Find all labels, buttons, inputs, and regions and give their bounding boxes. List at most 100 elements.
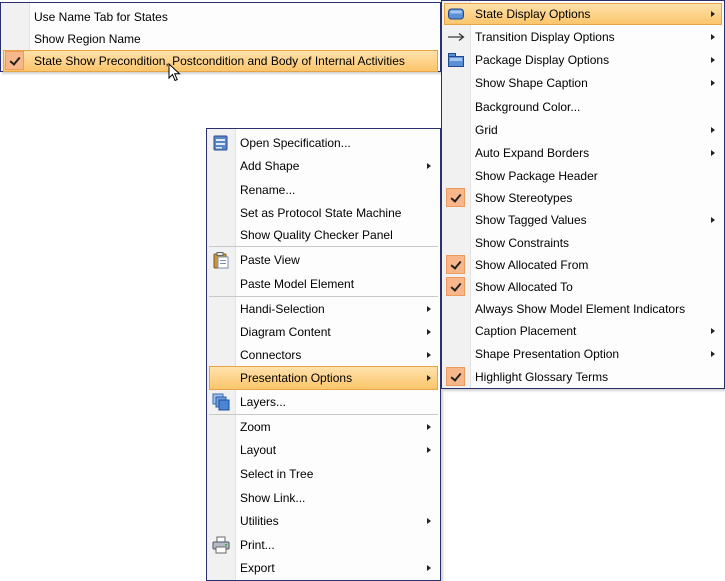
- checkmark-icon: [446, 188, 465, 207]
- menu-item-package-display-options[interactable]: Package Display Options: [444, 49, 722, 71]
- menu-item-label: Highlight Glossary Terms: [475, 370, 609, 384]
- menu-item-add-shape[interactable]: Add Shape: [209, 155, 438, 177]
- menu-item-show-stereotypes[interactable]: Show Stereotypes: [444, 187, 722, 209]
- submenu-arrow-icon: [711, 328, 715, 334]
- menu-item-background-color[interactable]: Background Color...: [444, 96, 722, 118]
- submenu-arrow-icon: [711, 351, 715, 357]
- menu-item-label: Handi-Selection: [240, 302, 325, 316]
- submenu-arrow-icon: [711, 57, 715, 63]
- submenu-arrow-icon: [711, 127, 715, 133]
- menu-item-paste-model-element[interactable]: Paste Model Element: [209, 273, 438, 295]
- menu-item-label: Show Region Name: [34, 32, 141, 46]
- menu-item-label: Paste Model Element: [240, 277, 355, 291]
- printer-icon: [212, 536, 230, 554]
- menu-item-paste-view[interactable]: Paste View: [209, 249, 438, 271]
- submenu-arrow-icon: [711, 80, 715, 86]
- menu-item-select-in-tree[interactable]: Select in Tree: [209, 463, 438, 485]
- menu-item-layers[interactable]: Layers...: [209, 391, 438, 413]
- menu-item-use-name-tab-for-states[interactable]: Use Name Tab for States: [3, 6, 438, 28]
- menu-item-label: Show Shape Caption: [475, 76, 588, 90]
- menu-item-label: Select in Tree: [240, 467, 314, 481]
- menu-item-label: Show Allocated To: [475, 280, 573, 294]
- menu-item-label: Caption Placement: [475, 324, 577, 338]
- menu-item-label: Background Color...: [475, 100, 581, 114]
- submenu-arrow-icon: [427, 352, 431, 358]
- menu-item-transition-display-options[interactable]: Transition Display Options: [444, 26, 722, 48]
- package-shape-icon: [448, 53, 464, 67]
- menu-item-show-quality-checker-panel[interactable]: Show Quality Checker Panel: [209, 224, 438, 246]
- menu-item-rename[interactable]: Rename...: [209, 179, 438, 201]
- menu-item-show-constraints[interactable]: Show Constraints: [444, 232, 722, 254]
- menu-item-zoom[interactable]: Zoom: [209, 416, 438, 438]
- submenu-arrow-icon: [427, 447, 431, 453]
- transition-arrow-icon: [448, 33, 465, 41]
- menu-item-label: Show Tagged Values: [475, 213, 587, 227]
- menu-item-label: Layout: [240, 443, 277, 457]
- menu-item-label: State Show Precondition, Postcondition a…: [34, 54, 405, 68]
- menu-item-set-as-protocol-state-machine[interactable]: Set as Protocol State Machine: [209, 202, 438, 224]
- menu-item-label: Show Stereotypes: [475, 191, 573, 205]
- submenu-arrow-icon: [427, 424, 431, 430]
- menu-item-label: Set as Protocol State Machine: [240, 206, 402, 220]
- layers-icon: [212, 393, 230, 411]
- menu-item-diagram-content[interactable]: Diagram Content: [209, 321, 438, 343]
- mouse-cursor-icon: [168, 63, 181, 82]
- submenu-arrow-icon: [427, 163, 431, 169]
- checkmark-icon: [5, 51, 24, 70]
- menu-item-open-specification[interactable]: Open Specification...: [209, 132, 438, 154]
- menu-item-show-shape-caption[interactable]: Show Shape Caption: [444, 72, 722, 94]
- submenu-arrow-icon: [711, 150, 715, 156]
- menu-item-show-link[interactable]: Show Link...: [209, 487, 438, 509]
- menu-item-label: Zoom: [240, 420, 271, 434]
- menu-item-grid[interactable]: Grid: [444, 119, 722, 141]
- open-specification-icon: [213, 135, 228, 151]
- menu-item-shape-presentation-option[interactable]: Shape Presentation Option: [444, 343, 722, 365]
- menu-item-show-region-name[interactable]: Show Region Name: [3, 28, 438, 50]
- menu-item-label: Show Allocated From: [475, 258, 589, 272]
- menu-item-label: Transition Display Options: [475, 30, 615, 44]
- menu-item-label: Show Quality Checker Panel: [240, 228, 393, 242]
- menu-item-state-display-options[interactable]: State Display Options: [444, 3, 722, 25]
- menu-item-show-allocated-to[interactable]: Show Allocated To: [444, 276, 722, 298]
- submenu-arrow-icon: [711, 34, 715, 40]
- submenu-arrow-icon: [427, 518, 431, 524]
- menu-item-label: Utilities: [240, 514, 279, 528]
- checkmark-icon: [446, 255, 465, 274]
- submenu-arrow-icon: [427, 375, 431, 381]
- menu-item-label: Diagram Content: [240, 325, 331, 339]
- menu-item-caption-placement[interactable]: Caption Placement: [444, 320, 722, 342]
- menu-item-auto-expand-borders[interactable]: Auto Expand Borders: [444, 142, 722, 164]
- menu-item-layout[interactable]: Layout: [209, 439, 438, 461]
- submenu-arrow-icon: [427, 306, 431, 312]
- menu-item-export[interactable]: Export: [209, 557, 438, 579]
- checkmark-icon: [446, 367, 465, 386]
- menu-item-handi-selection[interactable]: Handi-Selection: [209, 298, 438, 320]
- diagram-context-menu: Open Specification... Add Shape Rename..…: [206, 128, 441, 581]
- menu-item-label: Use Name Tab for States: [34, 10, 168, 24]
- menu-item-show-allocated-from[interactable]: Show Allocated From: [444, 254, 722, 276]
- menu-item-label: Add Shape: [240, 159, 300, 173]
- menu-item-print[interactable]: Print...: [209, 534, 438, 556]
- menu-item-label: Shape Presentation Option: [475, 347, 620, 361]
- menu-item-label: Open Specification...: [240, 136, 351, 150]
- menu-item-show-package-header[interactable]: Show Package Header: [444, 165, 722, 187]
- menu-item-label: Auto Expand Borders: [475, 146, 590, 160]
- menu-item-label: Package Display Options: [475, 53, 610, 67]
- submenu-arrow-icon: [427, 329, 431, 335]
- menu-item-always-show-model-element-indicators[interactable]: Always Show Model Element Indicators: [444, 298, 722, 320]
- menu-item-utilities[interactable]: Utilities: [209, 510, 438, 532]
- menu-item-highlight-glossary-terms[interactable]: Highlight Glossary Terms: [444, 366, 722, 388]
- menu-item-show-tagged-values[interactable]: Show Tagged Values: [444, 209, 722, 231]
- menu-separator: [209, 414, 438, 415]
- menu-separator: [209, 246, 438, 247]
- submenu-arrow-icon: [711, 11, 715, 17]
- menu-item-label: Print...: [240, 538, 275, 552]
- menu-item-connectors[interactable]: Connectors: [209, 344, 438, 366]
- menu-separator: [209, 296, 438, 297]
- menu-item-state-show-precondition[interactable]: State Show Precondition, Postcondition a…: [3, 50, 438, 72]
- checkmark-icon: [446, 277, 465, 296]
- menu-item-label: Show Link...: [240, 491, 306, 505]
- menu-item-label: Presentation Options: [240, 371, 353, 385]
- menu-item-presentation-options[interactable]: Presentation Options: [209, 366, 438, 390]
- menu-item-label: Rename...: [240, 183, 296, 197]
